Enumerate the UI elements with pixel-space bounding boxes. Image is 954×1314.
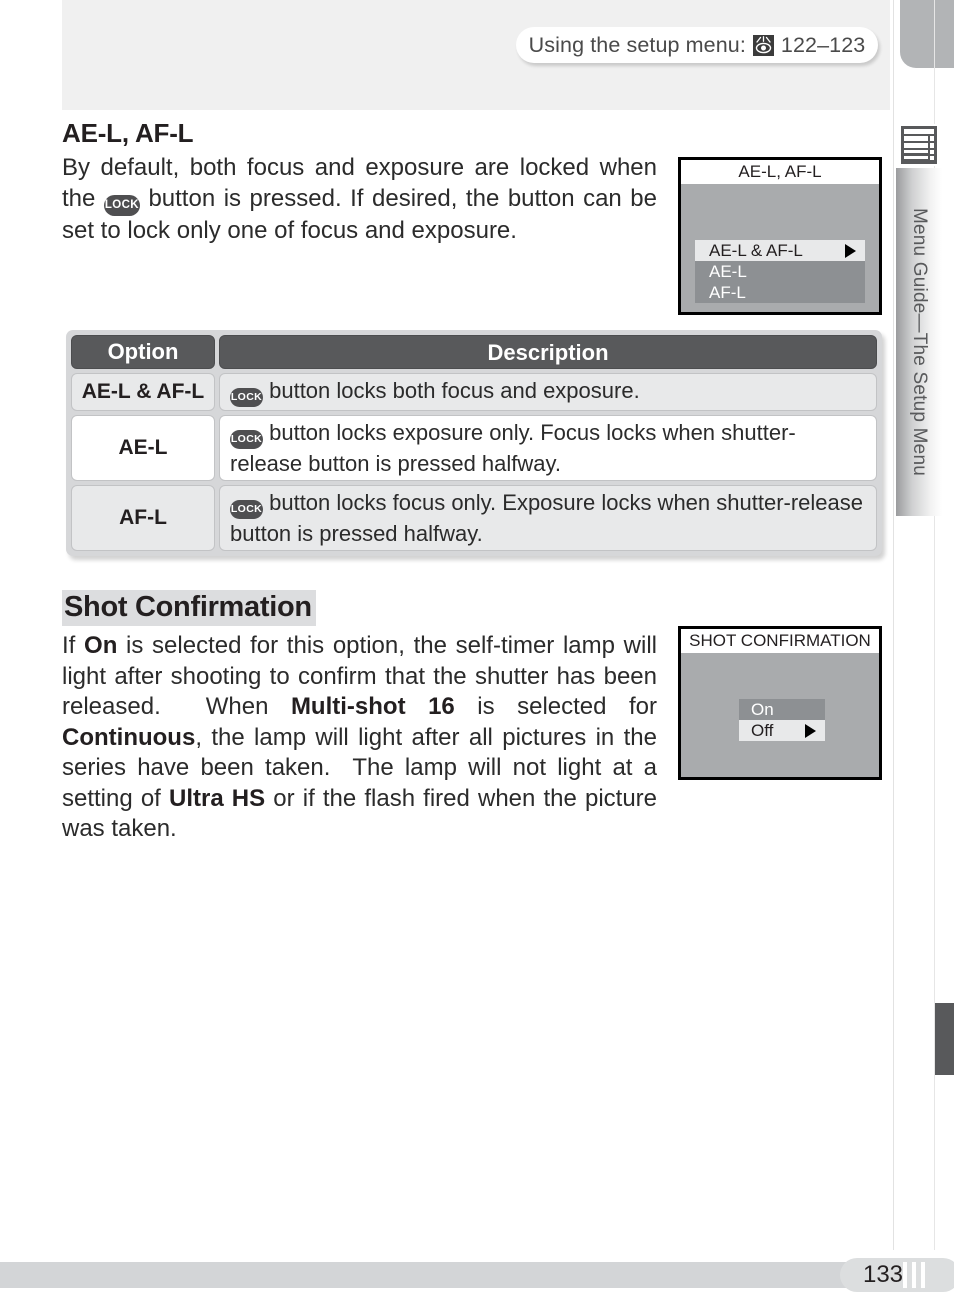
section-body-ae-l-af-l: By default, both focus and exposure are … xyxy=(62,153,657,246)
table-cell-option: AF-L xyxy=(71,485,215,551)
lock-button-icon: LOCK xyxy=(103,194,140,216)
right-arrow-icon xyxy=(845,243,856,258)
lcd-screen-shot-confirmation: SHOT CONFIRMATION On Off xyxy=(678,626,882,780)
corner-tab xyxy=(900,0,954,68)
footer-bar xyxy=(0,1262,954,1288)
lcd-menu-item-off[interactable]: Off xyxy=(739,720,825,741)
table-row: AE-L & AF-L LOCK button locks both focus… xyxy=(71,373,877,411)
footer-tick-marks xyxy=(903,1262,939,1288)
lock-button-icon: LOCK xyxy=(230,388,263,407)
table-cell-description: LOCK button locks focus only. Exposure l… xyxy=(219,485,877,551)
lcd-menu-ae-l-af-l: AE-L & AF-L AE-L AF-L xyxy=(695,240,865,303)
lcd-title-shot-confirmation: SHOT CONFIRMATION xyxy=(681,629,879,653)
lcd-menu-item-label: AE-L & AF-L xyxy=(709,241,803,260)
lcd-menu-shot-confirmation: On Off xyxy=(739,699,825,741)
section-heading-ae-l-af-l: AE-L, AF-L xyxy=(62,118,194,148)
lock-button-icon: LOCK xyxy=(230,429,263,449)
lcd-menu-item-ae-l-and-af-l[interactable]: AE-L & AF-L xyxy=(695,240,865,261)
header-reference-pages: 122–123 xyxy=(780,32,866,57)
lock-button-icon: LOCK xyxy=(230,499,263,519)
table-header-row: Option Description xyxy=(71,335,877,369)
table-row: AE-L LOCK button locks exposure only. Fo… xyxy=(71,415,877,481)
table-cell-description-text: button locks both focus and exposure. xyxy=(263,378,640,403)
table-cell-description: LOCK button locks exposure only. Focus l… xyxy=(219,415,877,481)
lcd-menu-item-on[interactable]: On xyxy=(739,699,825,720)
menu-list-icon xyxy=(898,124,940,166)
table-cell-option: AE-L xyxy=(71,415,215,481)
page-number: 133 xyxy=(862,1261,904,1288)
table-header-option: Option xyxy=(71,335,215,369)
lcd-menu-item-af-l[interactable]: AF-L xyxy=(695,282,865,303)
sidebar-tab: Menu Guide—The Setup Menu xyxy=(896,168,942,516)
lcd-menu-item-label: AE-L xyxy=(709,262,747,281)
section-heading-shot-confirmation: Shot Confirmation xyxy=(62,590,316,626)
shot-confirmation-section: Shot Confirmation If On is selected for … xyxy=(62,590,662,845)
eye-reference-icon xyxy=(752,34,774,56)
table-cell-description-text: button locks focus only. Exposure locks … xyxy=(230,489,864,546)
lcd-title-ae-l-af-l: AE-L, AF-L xyxy=(681,160,879,184)
header-reference-pill: Using the setup menu: 122–123 xyxy=(516,27,878,63)
sidebar-section-marker xyxy=(935,1003,954,1075)
lcd-menu-item-label: On xyxy=(751,700,774,719)
options-table: Option Description AE-L & AF-L LOCK butt… xyxy=(66,330,882,556)
lcd-menu-item-label: AF-L xyxy=(709,283,746,302)
lcd-screen-ae-l-af-l: AE-L, AF-L AE-L & AF-L AE-L AF-L xyxy=(678,157,882,315)
table-cell-option: AE-L & AF-L xyxy=(71,373,215,411)
manual-page: Using the setup menu: 122–123 Menu Guide… xyxy=(0,0,954,1314)
table-row: AF-L LOCK button locks focus only. Expos… xyxy=(71,485,877,551)
table-header-description: Description xyxy=(219,335,877,369)
table-cell-description-text: button locks exposure only. Focus locks … xyxy=(230,419,796,476)
body-text-part-2: button is pressed. If desired, the butto… xyxy=(62,184,658,244)
lcd-menu-item-label: Off xyxy=(751,721,774,740)
right-arrow-icon xyxy=(805,723,816,738)
lcd-menu-item-ae-l[interactable]: AE-L xyxy=(695,261,865,282)
header-reference-label: Using the setup menu: xyxy=(528,32,746,57)
table-cell-description: LOCK button locks both focus and exposur… xyxy=(219,373,877,411)
section-body-shot-confirmation: If On is selected for this option, the s… xyxy=(62,632,658,842)
sidebar-rail: Menu Guide—The Setup Menu xyxy=(893,118,954,518)
sidebar-tab-label: Menu Guide—The Setup Menu xyxy=(909,208,930,476)
